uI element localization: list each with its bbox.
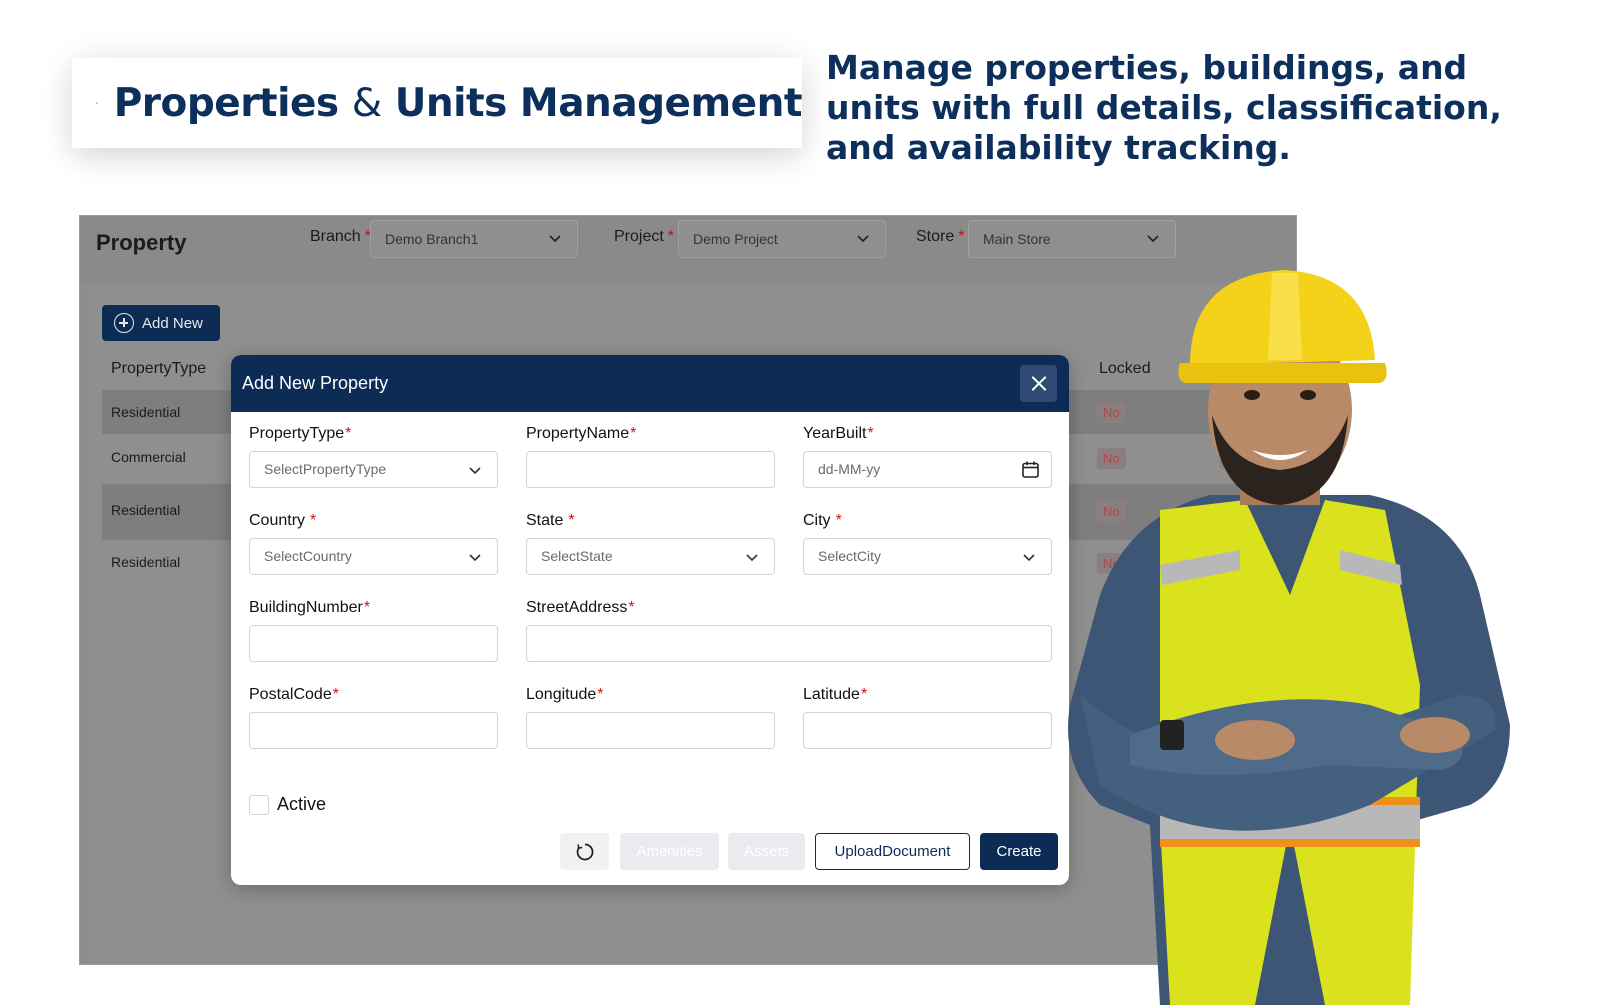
hero-tagline: Manage properties, buildings, and units … [826, 48, 1502, 167]
property-name-input[interactable] [526, 451, 775, 488]
chevron-down-icon [469, 554, 481, 562]
state-select[interactable]: SelectState [526, 538, 775, 575]
year-built-label: YearBuilt* [803, 425, 874, 442]
page-title: Property [96, 230, 187, 255]
latitude-label: Latitude* [803, 686, 868, 703]
chevron-down-icon [1147, 235, 1159, 243]
latitude-input[interactable] [803, 712, 1052, 749]
building-number-label: BuildingNumber* [249, 599, 371, 616]
branch-select[interactable]: Demo Branch1 [370, 220, 578, 258]
chevron-down-icon [1023, 554, 1035, 562]
store-select[interactable]: Main Store [968, 220, 1176, 258]
table-cell-type: Commercial [111, 449, 186, 465]
longitude-label: Longitude* [526, 686, 604, 703]
property-type-select[interactable]: SelectPropertyType [249, 451, 498, 488]
table-cell-type: Residential [111, 404, 181, 420]
table-cell-type: Residential [111, 502, 181, 518]
branch-label: Branch * [310, 228, 371, 245]
calendar-icon[interactable] [1021, 460, 1040, 479]
amenities-button[interactable]: Amenities [620, 833, 719, 870]
country-label: Country * [249, 512, 317, 529]
store-label: Store * [916, 228, 965, 245]
postal-code-input[interactable] [249, 712, 498, 749]
chevron-down-icon [469, 467, 481, 475]
street-address-label: StreetAddress* [526, 599, 635, 616]
add-new-button[interactable]: Add New [102, 305, 220, 341]
add-property-modal: Add New Property PropertyType* SelectPro… [231, 355, 1069, 885]
active-checkbox[interactable] [249, 795, 269, 815]
construction-worker-image [1068, 270, 1510, 1005]
city-select[interactable]: SelectCity [803, 538, 1052, 575]
street-address-input[interactable] [526, 625, 1052, 662]
add-new-label: Add New [142, 314, 203, 332]
page: { "hero": { "title_part1": "Properties",… [0, 0, 1600, 1005]
refresh-icon [576, 843, 593, 860]
postal-code-label: PostalCode* [249, 686, 339, 703]
upload-document-button[interactable]: UploadDocument [815, 833, 970, 870]
property-type-label: PropertyType* [249, 425, 352, 442]
building-icon [96, 102, 98, 104]
project-label: Project * [614, 228, 675, 245]
city-label: City * [803, 512, 842, 529]
hero-title: Properties & Units Management [113, 80, 803, 126]
chevron-down-icon [549, 235, 561, 243]
plus-circle-icon [114, 313, 134, 333]
project-select[interactable]: Demo Project [678, 220, 886, 258]
building-number-input[interactable] [249, 625, 498, 662]
state-label: State * [526, 512, 575, 529]
country-select[interactable]: SelectCountry [249, 538, 498, 575]
refresh-button[interactable] [560, 833, 609, 870]
assets-button[interactable]: Assets [728, 833, 805, 870]
modal-title: Add New Property [242, 373, 389, 393]
hero-title-card: Properties & Units Management [72, 58, 803, 148]
table-cell-type: Residential [111, 554, 181, 570]
modal-header: Add New Property [231, 355, 1069, 412]
chevron-down-icon [857, 235, 869, 243]
column-header-property-type[interactable]: PropertyType [111, 360, 206, 378]
active-label: Active [277, 794, 327, 814]
property-name-label: PropertyName* [526, 425, 637, 442]
chevron-down-icon [746, 554, 758, 562]
year-built-input[interactable]: dd-MM-yy [803, 451, 1052, 488]
longitude-input[interactable] [526, 712, 775, 749]
